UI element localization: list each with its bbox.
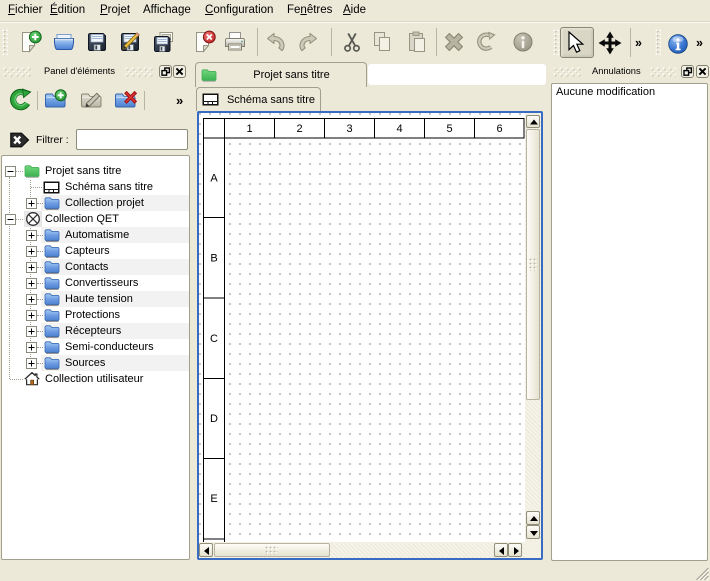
svg-text:6: 6 xyxy=(496,123,502,135)
svg-text:D: D xyxy=(210,413,218,425)
svg-text:A: A xyxy=(210,173,218,185)
svg-text:2: 2 xyxy=(296,123,302,135)
svg-text:5: 5 xyxy=(446,123,452,135)
svg-text:4: 4 xyxy=(396,123,402,135)
svg-text:C: C xyxy=(210,333,218,345)
svg-text:B: B xyxy=(210,253,217,265)
svg-text:1: 1 xyxy=(246,123,252,135)
svg-text:E: E xyxy=(210,493,217,505)
svg-text:3: 3 xyxy=(346,123,352,135)
